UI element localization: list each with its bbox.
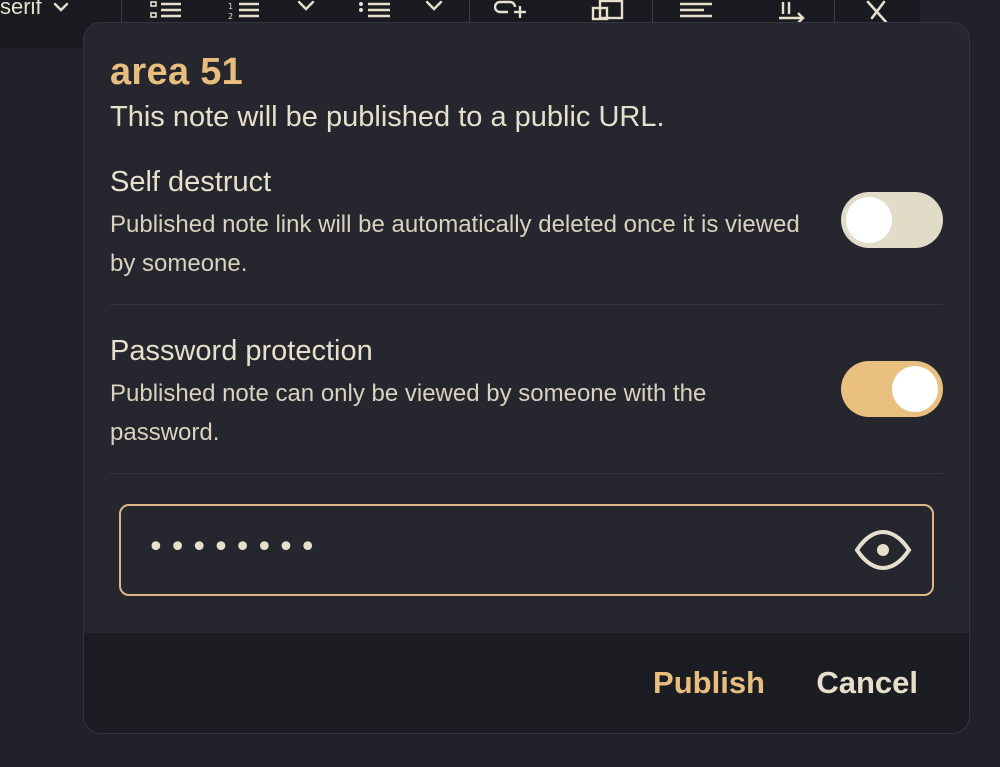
text-direction-icon[interactable]	[773, 0, 809, 24]
note-title: area 51	[110, 51, 244, 93]
option-divider	[110, 473, 943, 474]
svg-text:2: 2	[228, 12, 233, 21]
toggle-knob	[892, 366, 938, 412]
add-link-icon[interactable]	[494, 0, 530, 24]
chevron-down-icon	[53, 2, 68, 12]
checklist-icon[interactable]	[356, 0, 392, 24]
password-protection-toggle[interactable]	[841, 361, 943, 417]
self-destruct-description: Published note link will be automaticall…	[110, 211, 800, 277]
self-destruct-option: Self destruct Published note link will b…	[110, 164, 943, 283]
self-destruct-title: Self destruct	[110, 166, 272, 198]
font-family-select[interactable]: serif	[0, 0, 70, 22]
cancel-button[interactable]: Cancel	[816, 665, 918, 701]
dialog-subtitle: This note will be published to a public …	[110, 101, 665, 133]
dialog-footer: Publish Cancel	[84, 633, 969, 733]
embed-icon[interactable]	[590, 0, 626, 24]
app-screen: serif 1 2 area 51 This note will be publ…	[0, 0, 1000, 767]
publish-button[interactable]: Publish	[653, 665, 765, 701]
password-input[interactable]: ••••••••	[119, 504, 934, 596]
self-destruct-toggle[interactable]	[841, 192, 943, 248]
font-family-label: serif	[0, 0, 42, 19]
password-protection-description: Published note can only be viewed by som…	[110, 380, 707, 446]
password-protection-option: Password protection Published note can o…	[110, 333, 943, 452]
show-password-eye-icon[interactable]	[854, 526, 912, 574]
svg-text:1: 1	[228, 2, 233, 11]
bulleted-list-icon[interactable]	[148, 0, 184, 24]
toggle-knob	[846, 197, 892, 243]
option-divider	[110, 304, 943, 305]
clear-format-icon[interactable]	[860, 0, 896, 24]
password-protection-title: Password protection	[110, 335, 373, 367]
publish-note-dialog: area 51 This note will be published to a…	[83, 22, 970, 734]
chevron-down-icon[interactable]	[418, 0, 454, 24]
password-value: ••••••••	[147, 530, 321, 565]
align-left-icon[interactable]	[678, 0, 714, 24]
chevron-down-icon[interactable]	[290, 0, 326, 24]
numbered-list-icon[interactable]: 1 2	[226, 0, 262, 24]
